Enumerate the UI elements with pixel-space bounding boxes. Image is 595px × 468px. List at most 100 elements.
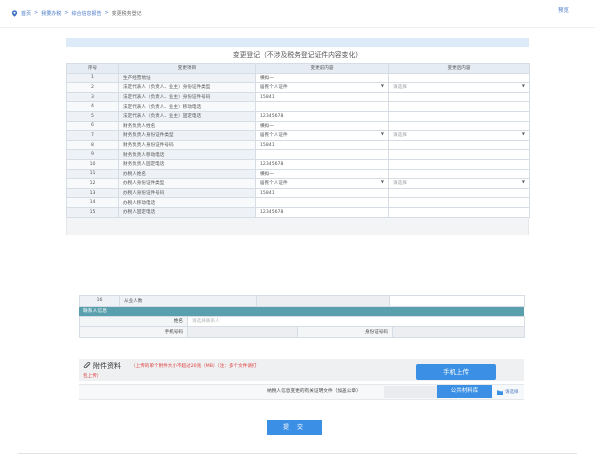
row-after-select[interactable]: 请选择 ▼ bbox=[388, 130, 530, 141]
breadcrumb-home[interactable]: 首页 bbox=[21, 10, 31, 17]
breadcrumb-separator: > bbox=[34, 10, 39, 16]
header-before: 变更前内容 bbox=[255, 63, 389, 74]
proof-document-label: 纳税人信息变更的有关证明文件（加盖公章） bbox=[267, 389, 361, 394]
paperclip-icon bbox=[83, 362, 91, 369]
row-after-input[interactable] bbox=[388, 110, 530, 122]
folder-icon bbox=[497, 390, 503, 395]
row-after-input[interactable] bbox=[388, 149, 530, 160]
chevron-down-icon: ▼ bbox=[380, 83, 384, 89]
submit-button[interactable]: 提 交 bbox=[267, 420, 322, 435]
row-after-input[interactable] bbox=[388, 168, 530, 180]
table-row: 12 办税人身份证件类型 居民个人证件 ▼ 请选择 ▼ bbox=[66, 178, 530, 189]
chevron-down-icon: ▼ bbox=[521, 83, 525, 89]
row-before-value: 居民个人证件 bbox=[260, 181, 288, 187]
table-row: 10 财务负责人固定电话 12345678 bbox=[66, 158, 530, 170]
row-number: 8 bbox=[66, 139, 119, 151]
row-before-value: 15841 bbox=[255, 91, 389, 103]
row-before-value bbox=[255, 149, 389, 160]
row-after-input[interactable] bbox=[388, 158, 530, 170]
row-item: 办税人身份证件类型 bbox=[118, 178, 256, 189]
chevron-down-icon: ▼ bbox=[380, 131, 384, 137]
table-row: 7 财务负责人身份证件类型 居民个人证件 ▼ 请选择 ▼ bbox=[66, 130, 530, 141]
breadcrumb-level1[interactable]: 我要办税 bbox=[41, 10, 61, 17]
row-after-placeholder: 请选择 bbox=[393, 85, 407, 91]
row-after-select[interactable]: 请选择 ▼ bbox=[388, 178, 530, 189]
row-number: 11 bbox=[66, 168, 119, 180]
contact-name-label: 姓名 bbox=[79, 315, 188, 327]
row-item: 财务负责人移动电话 bbox=[118, 149, 256, 160]
row-after-input[interactable] bbox=[388, 120, 530, 132]
row-after-select[interactable]: 请选择 ▼ bbox=[388, 82, 530, 93]
row-item: 从业人数 bbox=[119, 295, 257, 307]
breadcrumb: 首页 > 我要办税 > 综合信息报告 > 变更税务登记 bbox=[11, 6, 142, 20]
table-row: 8 财务负责人身份证件号码 15841 bbox=[66, 139, 530, 151]
row-after-input[interactable] bbox=[389, 295, 525, 307]
row-item: 办税人移动电话 bbox=[118, 197, 256, 208]
row-number: 13 bbox=[66, 187, 119, 199]
row-item: 法定代表人（负责人、业主）固定电话 bbox=[118, 110, 256, 122]
preview-link[interactable]: 预览 bbox=[558, 6, 569, 14]
table-row: 3 法定代表人（负责人、业主）身份证件号码 15841 bbox=[66, 91, 530, 103]
row-before-value: 横拟一 bbox=[255, 72, 389, 84]
row-number: 15 bbox=[66, 206, 119, 218]
row-after-input[interactable] bbox=[388, 101, 530, 112]
table-row: 6 财务负责人姓名 横拟一 bbox=[66, 120, 530, 132]
breadcrumb-level2[interactable]: 综合信息报告 bbox=[71, 10, 101, 17]
row-item: 法定代表人（负责人、业主）身份证件类型 bbox=[118, 82, 256, 93]
contact-name-row: 姓名 请选择联系人 bbox=[79, 315, 526, 327]
table-row: 1 生产经营地址 横拟一 bbox=[66, 72, 530, 84]
row-item: 法定代表人（负责人、业主）移动电话 bbox=[118, 101, 256, 112]
choose-file-label: 请选择 bbox=[505, 390, 519, 395]
row-after-input[interactable] bbox=[388, 206, 530, 218]
row-before-value: 居民个人证件 bbox=[260, 85, 288, 91]
table-row: 2 法定代表人（负责人、业主）身份证件类型 居民个人证件 ▼ 请选择 ▼ bbox=[66, 82, 530, 93]
row-after-input[interactable] bbox=[388, 197, 530, 208]
row-number: 7 bbox=[66, 130, 119, 141]
row-before-value bbox=[255, 101, 389, 112]
table-scroll-gap bbox=[66, 217, 529, 235]
row-number: 2 bbox=[66, 82, 119, 93]
row-before-select[interactable]: 居民个人证件 ▼ bbox=[255, 130, 389, 141]
change-form-card: 变更登记（不涉及税务登记证件内容变化） 序号 变更项目 变更前内容 变更后内容 … bbox=[66, 38, 530, 235]
table-row: 9 财务负责人移动电话 bbox=[66, 149, 530, 160]
contact-phone-field[interactable] bbox=[187, 326, 298, 338]
table-row: 4 法定代表人（负责人、业主）移动电话 bbox=[66, 101, 530, 112]
chevron-down-icon: ▼ bbox=[380, 179, 384, 185]
table-row: 11 办税人姓名 横拟一 bbox=[66, 168, 530, 180]
row-before-select[interactable]: 居民个人证件 ▼ bbox=[255, 82, 389, 93]
row-item: 财务负责人固定电话 bbox=[118, 158, 256, 170]
table-row: 15 办税人固定电话 12345678 bbox=[66, 206, 530, 218]
row-item: 财务负责人身份证件类型 bbox=[118, 130, 256, 141]
row-number: 12 bbox=[66, 178, 119, 189]
row-before-value: 15841 bbox=[255, 187, 389, 199]
row-before-value: 横拟一 bbox=[255, 120, 389, 132]
attachment-title: 附件资料 bbox=[93, 362, 121, 370]
row-before-value: 居民个人证件 bbox=[260, 133, 288, 139]
attachment-note-cont: 包上传） bbox=[83, 374, 102, 379]
row-item: 法定代表人（负责人、业主）身份证件号码 bbox=[118, 91, 256, 103]
table-row: 16 从业人数 bbox=[79, 295, 525, 307]
row-after-placeholder: 请选择 bbox=[393, 181, 407, 187]
row-after-input[interactable] bbox=[388, 72, 530, 84]
contact-table: 姓名 请选择联系人 手机号码 身份证号码 bbox=[79, 315, 526, 338]
contact-name-field[interactable]: 请选择联系人 bbox=[186, 315, 526, 327]
row-after-input[interactable] bbox=[388, 187, 530, 199]
public-material-library-button[interactable]: 公共材料库 bbox=[437, 385, 492, 398]
breadcrumb-separator: > bbox=[64, 10, 69, 16]
row-item: 办税人姓名 bbox=[118, 168, 256, 180]
row-before-value: 12345678 bbox=[255, 110, 389, 122]
row-before-select[interactable]: 居民个人证件 ▼ bbox=[255, 178, 389, 189]
choose-file-link[interactable]: 请选择 bbox=[497, 389, 519, 395]
contact-id-label: 身份证号码 bbox=[297, 326, 393, 338]
row-before-value: 12345678 bbox=[255, 158, 389, 170]
row-after-input[interactable] bbox=[388, 91, 530, 103]
row-before-value: 横拟一 bbox=[255, 168, 389, 180]
card-top-strip bbox=[66, 38, 529, 47]
contact-id-field[interactable] bbox=[391, 326, 526, 338]
row-before-value: 15841 bbox=[255, 139, 389, 151]
row-number: 10 bbox=[66, 158, 119, 170]
mobile-upload-button[interactable]: 手机上传 bbox=[416, 364, 496, 380]
row-after-input[interactable] bbox=[388, 139, 530, 151]
location-pin-icon bbox=[11, 9, 18, 17]
contact-phone-label: 手机号码 bbox=[79, 326, 188, 338]
